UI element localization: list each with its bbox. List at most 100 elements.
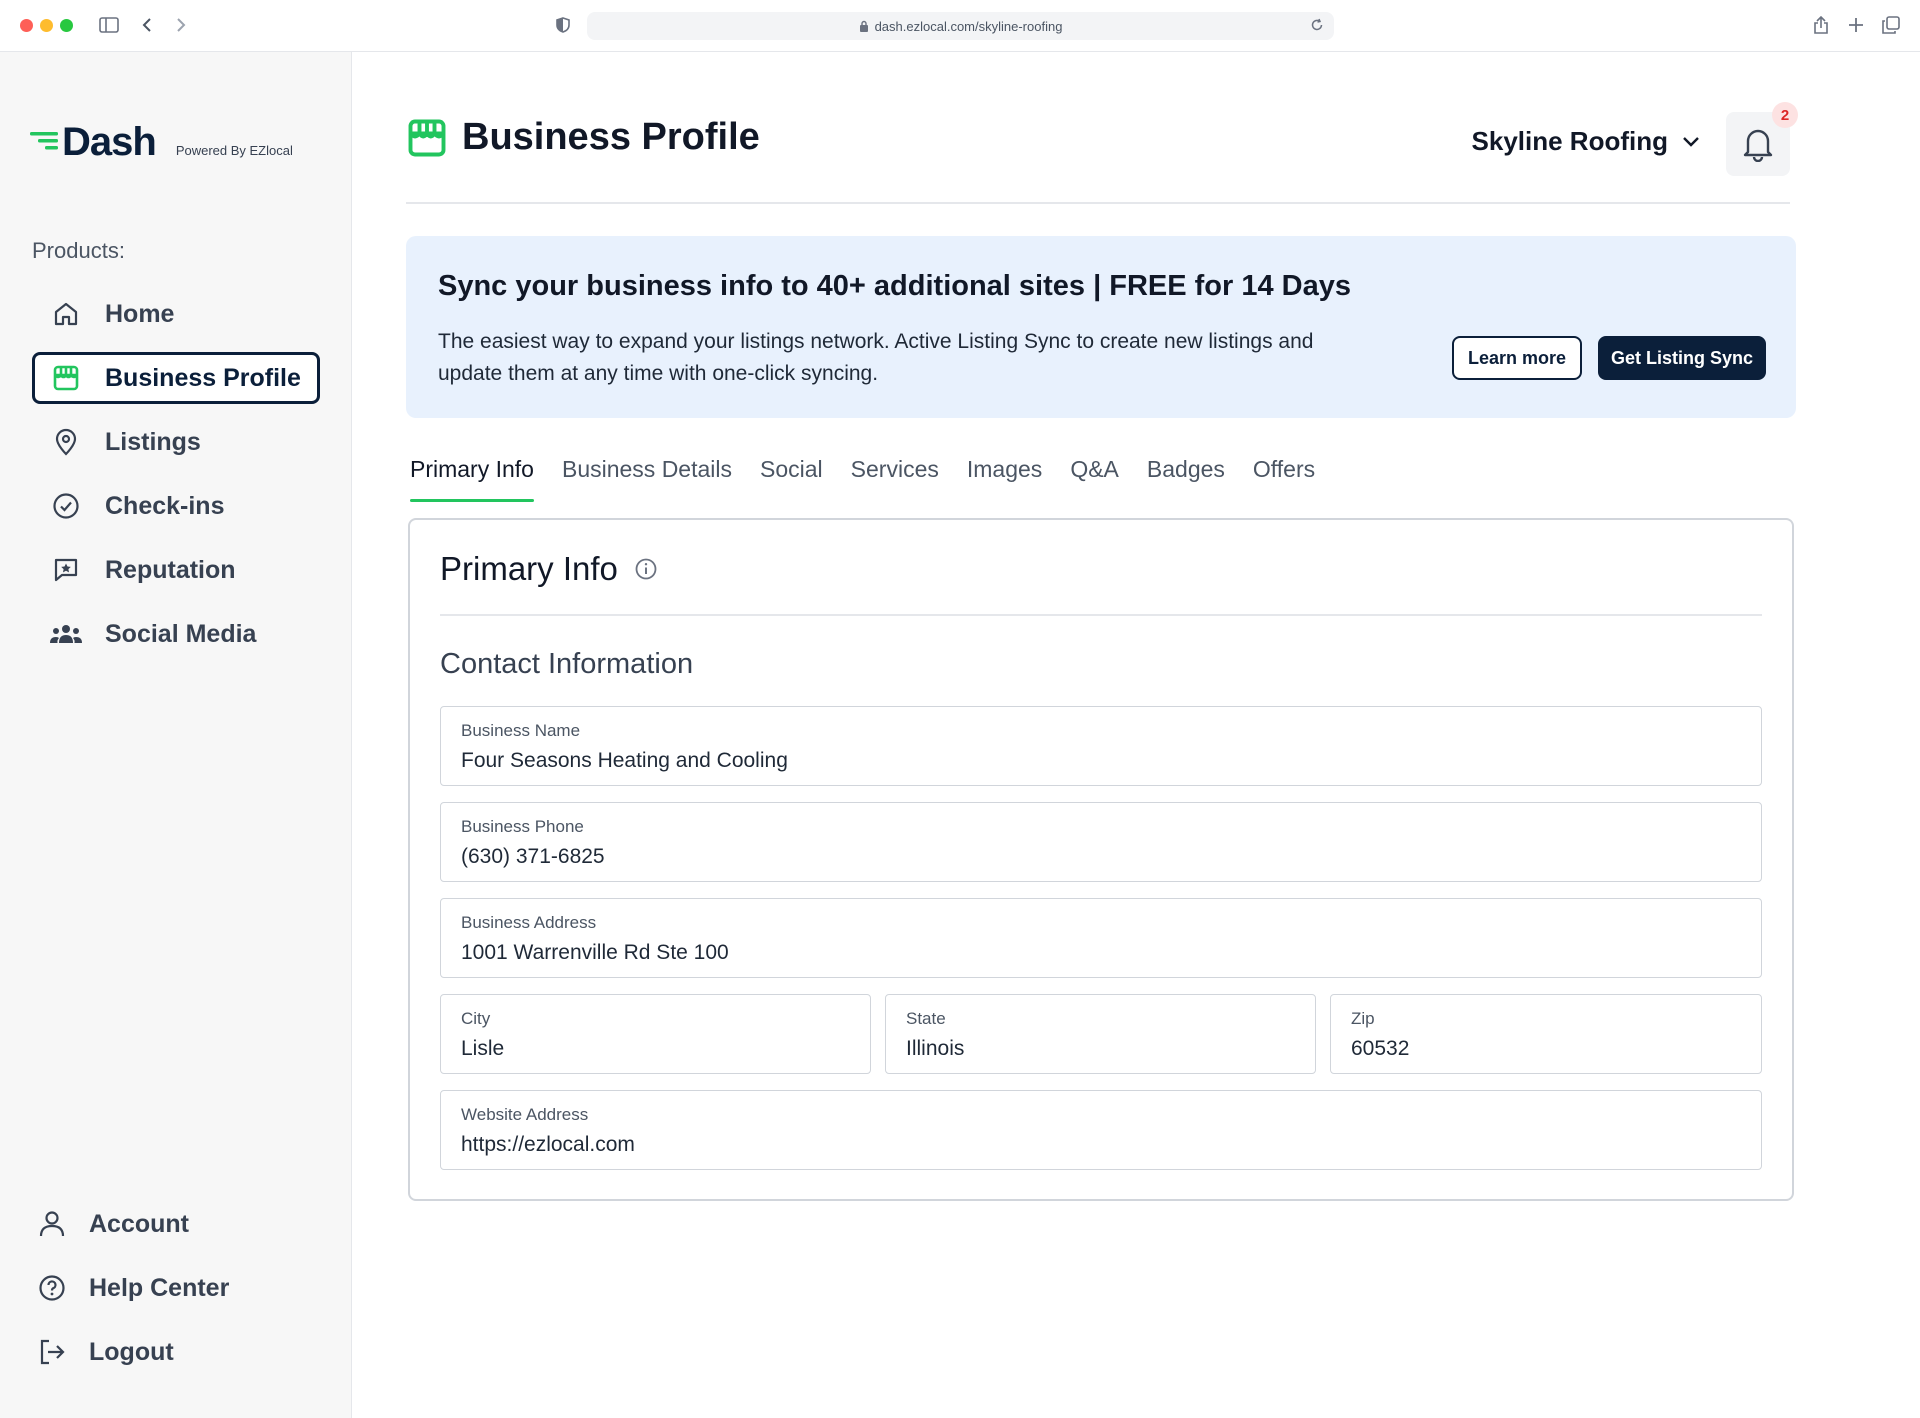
forward-icon[interactable] <box>168 12 194 38</box>
sidebar-item-logout[interactable]: Logout <box>30 1326 318 1378</box>
city-field[interactable]: City Lisle <box>440 994 871 1074</box>
field-label: State <box>906 1009 946 1028</box>
field-label: Zip <box>1351 1009 1375 1028</box>
logo[interactable]: Dash Powered By EZlocal <box>30 122 293 162</box>
main-content: Business Profile Skyline Roofing 2 Sync … <box>352 52 1920 1418</box>
logout-icon <box>35 1335 69 1369</box>
card-title-text: Primary Info <box>440 550 618 587</box>
tab-qa[interactable]: Q&A <box>1070 456 1119 502</box>
sidebar-item-label: Reputation <box>105 555 236 584</box>
contact-information-heading: Contact Information <box>440 648 694 680</box>
info-icon[interactable] <box>634 557 658 581</box>
tab-overview-icon[interactable] <box>1878 12 1904 38</box>
learn-more-button[interactable]: Learn more <box>1452 336 1582 380</box>
zip-field[interactable]: Zip 60532 <box>1330 994 1762 1074</box>
tab-badges[interactable]: Badges <box>1147 456 1225 502</box>
tab-offers[interactable]: Offers <box>1253 456 1315 502</box>
people-icon <box>49 617 83 651</box>
reload-icon[interactable] <box>1310 18 1324 32</box>
help-circle-icon <box>35 1271 69 1305</box>
business-selector[interactable]: Skyline Roofing <box>1472 126 1700 157</box>
page-title-text: Business Profile <box>462 116 760 158</box>
address-bar[interactable]: dash.ezlocal.com/skyline-roofing <box>587 12 1334 40</box>
sidebar-item-social-media[interactable]: Social Media <box>32 608 320 660</box>
shield-icon[interactable] <box>550 12 576 38</box>
notifications-button[interactable]: 2 <box>1726 102 1798 176</box>
powered-by-text: Powered By EZlocal <box>175 143 293 158</box>
business-address-field[interactable]: Business Address 1001 Warrenville Rd Ste… <box>440 898 1762 978</box>
page-title: Business Profile <box>406 116 760 159</box>
notification-badge: 2 <box>1772 102 1798 128</box>
card-title: Primary Info <box>440 550 658 588</box>
field-label: Business Phone <box>461 817 584 836</box>
tab-primary-info[interactable]: Primary Info <box>410 456 534 502</box>
sidebar-item-check-ins[interactable]: Check-ins <box>32 480 320 532</box>
sidebar-item-business-profile[interactable]: Business Profile <box>32 352 320 404</box>
field-value: 1001 Warrenville Rd Ste 100 <box>461 941 729 964</box>
banner-body: The easiest way to expand your listings … <box>438 330 1314 385</box>
sidebar-item-reputation[interactable]: Reputation <box>32 544 320 596</box>
field-label: Business Address <box>461 913 597 932</box>
sidebar-item-label: Check-ins <box>105 491 225 520</box>
business-name-field[interactable]: Business Name Four Seasons Heating and C… <box>440 706 1762 786</box>
field-label: City <box>461 1009 491 1028</box>
sidebar-item-label: Logout <box>89 1337 174 1366</box>
sidebar-item-label: Home <box>105 299 175 328</box>
divider <box>440 614 1762 616</box>
share-icon[interactable] <box>1808 12 1834 38</box>
logo-text: Dash <box>62 120 157 164</box>
storefront-icon <box>406 117 448 159</box>
sidebar-item-label: Listings <box>105 427 201 456</box>
products-label: Products: <box>32 238 125 263</box>
storefront-icon <box>49 361 83 395</box>
star-message-icon <box>49 553 83 587</box>
sidebar: Dash Powered By EZlocal Products: Home B… <box>0 52 352 1418</box>
maximize-window-button[interactable] <box>60 19 73 32</box>
field-value: Illinois <box>906 1037 965 1060</box>
profile-tabs: Primary Info Business Details Social Ser… <box>410 456 1343 502</box>
primary-info-card: Primary Info Contact Information Busines… <box>408 518 1794 1201</box>
sidebar-item-label: Account <box>89 1209 189 1238</box>
sidebar-item-label: Business Profile <box>105 363 301 392</box>
new-tab-icon[interactable] <box>1843 12 1869 38</box>
minimize-window-button[interactable] <box>40 19 53 32</box>
field-value: 60532 <box>1351 1037 1410 1060</box>
sidebar-item-label: Help Center <box>89 1273 230 1302</box>
sidebar-toggle-icon[interactable] <box>96 12 122 38</box>
logo-mark-icon <box>30 132 58 150</box>
sidebar-item-label: Social Media <box>105 619 257 648</box>
field-label: Website Address <box>461 1105 589 1124</box>
tab-business-details[interactable]: Business Details <box>562 456 732 502</box>
state-field[interactable]: State Illinois <box>885 994 1316 1074</box>
tab-services[interactable]: Services <box>851 456 939 502</box>
page-header: Business Profile Skyline Roofing 2 <box>406 102 1798 204</box>
field-value: Four Seasons Heating and Cooling <box>461 749 788 772</box>
business-phone-field[interactable]: Business Phone (630) 371-6825 <box>440 802 1762 882</box>
sidebar-item-home[interactable]: Home <box>32 288 320 340</box>
get-listing-sync-button[interactable]: Get Listing Sync <box>1598 336 1766 380</box>
field-value: Lisle <box>461 1037 505 1060</box>
sidebar-item-help-center[interactable]: Help Center <box>30 1262 318 1314</box>
listing-sync-banner: Sync your business info to 40+ additiona… <box>406 236 1796 418</box>
sidebar-item-account[interactable]: Account <box>30 1198 318 1250</box>
lock-icon <box>859 20 869 32</box>
business-selector-label: Skyline Roofing <box>1471 126 1668 156</box>
map-pin-icon <box>49 425 83 459</box>
bell-icon <box>1743 126 1773 162</box>
field-value: (630) 371-6825 <box>461 845 605 868</box>
home-icon <box>49 297 83 331</box>
back-icon[interactable] <box>134 12 160 38</box>
website-address-field[interactable]: Website Address https://ezlocal.com <box>440 1090 1762 1170</box>
sidebar-nav: Home Business Profile Listings Check-ins… <box>32 288 320 672</box>
check-circle-icon <box>49 489 83 523</box>
field-value: https://ezlocal.com <box>461 1133 635 1156</box>
tab-images[interactable]: Images <box>967 456 1042 502</box>
url-text: dash.ezlocal.com/skyline-roofing <box>874 18 1063 34</box>
sidebar-item-listings[interactable]: Listings <box>32 416 320 468</box>
field-label: Business Name <box>461 721 581 740</box>
chevron-down-icon <box>1682 136 1700 148</box>
tab-social[interactable]: Social <box>760 456 823 502</box>
sidebar-bottom-nav: Account Help Center Logout <box>30 1198 318 1390</box>
close-window-button[interactable] <box>20 19 33 32</box>
browser-chrome: dash.ezlocal.com/skyline-roofing <box>0 0 1920 52</box>
